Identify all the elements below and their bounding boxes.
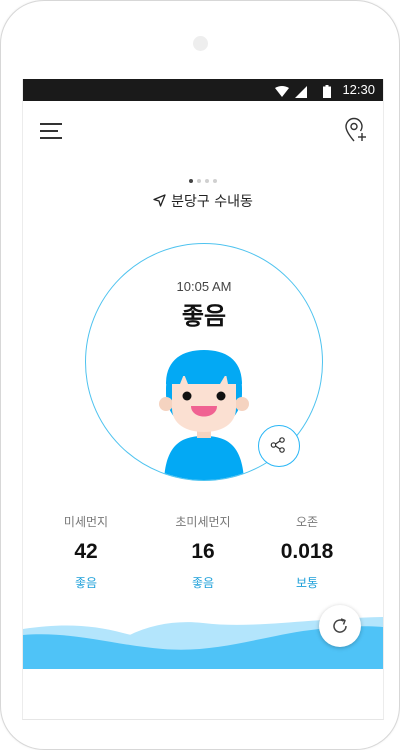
status-time: 12:30 xyxy=(342,82,375,97)
measure-time: 10:05 AM xyxy=(176,279,232,294)
share-button[interactable] xyxy=(258,425,300,467)
refresh-button[interactable] xyxy=(319,605,361,647)
wifi-icon xyxy=(275,83,289,102)
metric-value: 16 xyxy=(191,540,215,563)
metric-label: 미세먼지 xyxy=(63,515,109,529)
metric-value: 0.018 xyxy=(280,540,334,563)
menu-button[interactable] xyxy=(40,121,62,141)
overall-status: 좋음 xyxy=(181,302,227,330)
navigation-arrow-icon xyxy=(153,193,166,211)
page-dot[interactable] xyxy=(213,179,217,183)
hamburger-line xyxy=(40,137,62,139)
share-icon xyxy=(270,437,285,453)
hamburger-menu-icon xyxy=(40,123,62,125)
page-dot[interactable] xyxy=(205,179,209,183)
metric-value: 42 xyxy=(74,540,98,563)
signal-icon xyxy=(295,83,307,102)
metric-pm10[interactable]: 미세먼지 42 좋음 xyxy=(31,513,141,591)
metric-grade: 좋음 xyxy=(191,576,215,590)
metric-grade: 좋음 xyxy=(74,576,98,590)
refresh-icon xyxy=(333,618,347,633)
metric-ozone[interactable]: 오존 0.018 보통 xyxy=(252,513,362,591)
metric-label: 초미세먼지 xyxy=(175,515,231,529)
app-screen: 12:30 분당구 수내동 10:05 AM 좋음 미세먼지 42 좋음 초미세… xyxy=(22,79,384,720)
metric-label: 오존 xyxy=(295,515,319,529)
battery-icon xyxy=(323,83,331,102)
page-indicator xyxy=(23,179,383,183)
status-bar: 12:30 xyxy=(23,79,383,101)
page-dot[interactable] xyxy=(197,179,201,183)
metric-pm25[interactable]: 초미세먼지 16 좋음 xyxy=(148,513,258,591)
add-location-button[interactable] xyxy=(344,117,368,145)
location-name: 분당구 수내동 xyxy=(171,194,253,210)
phone-frame: 12:30 분당구 수내동 10:05 AM 좋음 미세먼지 42 좋음 초미세… xyxy=(0,0,400,750)
metric-grade: 보통 xyxy=(295,576,319,590)
page-dot-active[interactable] xyxy=(189,179,193,183)
hamburger-line xyxy=(40,130,58,132)
location-pin-plus-icon xyxy=(345,117,366,142)
happy-face-icon xyxy=(159,350,249,480)
location-row[interactable]: 분당구 수내동 xyxy=(23,191,383,211)
front-camera xyxy=(193,36,208,51)
